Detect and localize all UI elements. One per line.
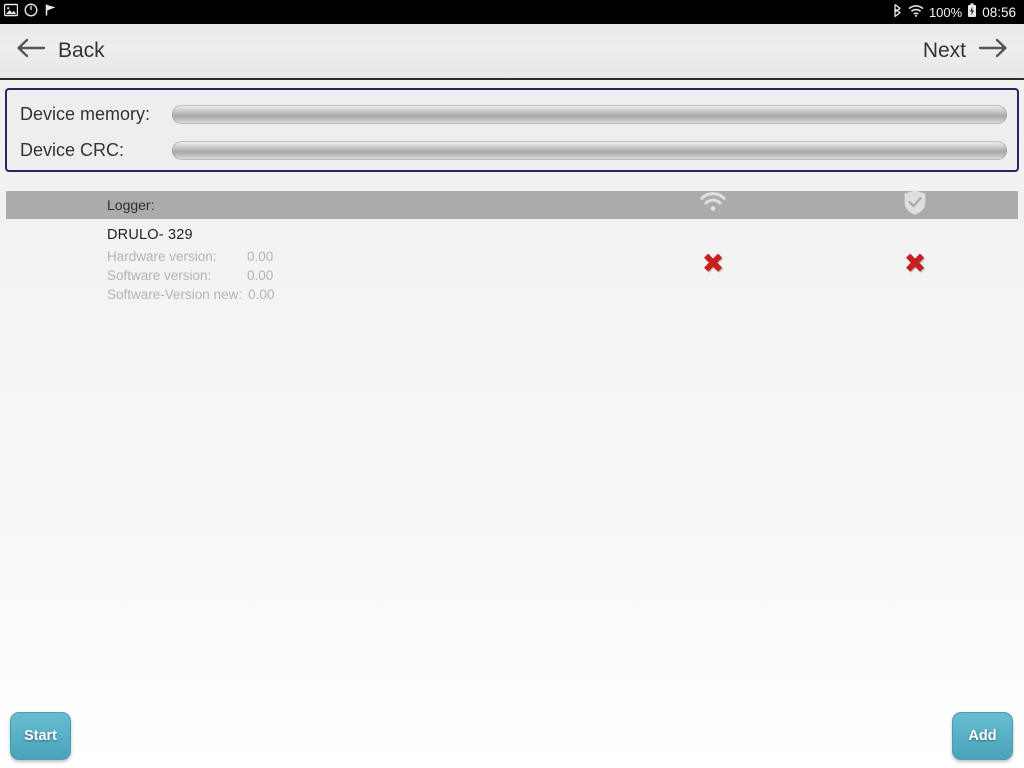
android-status-bar: 100% 08:56 bbox=[0, 0, 1024, 24]
table-row[interactable]: DRULO- 329 Hardware version: 0.00 Softwa… bbox=[6, 222, 1018, 306]
wifi-icon bbox=[908, 4, 924, 21]
bluetooth-icon bbox=[892, 3, 903, 21]
device-memory-row: Device memory: bbox=[20, 96, 1007, 132]
hardware-version-value: 0.00 bbox=[247, 249, 274, 264]
hardware-version-row: Hardware version: 0.00 bbox=[107, 247, 367, 266]
add-button-label: Add bbox=[968, 728, 997, 744]
logger-column-label: Logger: bbox=[107, 197, 155, 213]
clock-icon bbox=[24, 2, 38, 22]
hardware-version-key: Hardware version: bbox=[107, 249, 217, 264]
flag-icon bbox=[44, 3, 58, 22]
software-version-new-value: 0.00 bbox=[248, 287, 275, 302]
arrow-right-icon bbox=[978, 37, 1008, 65]
status-system-icons: 100% 08:56 bbox=[892, 3, 1016, 21]
add-button[interactable]: Add bbox=[952, 712, 1013, 760]
status-notification-icons bbox=[3, 2, 58, 22]
device-progress-panel: Device memory: Device CRC: bbox=[5, 88, 1019, 172]
back-button-label: Back bbox=[58, 39, 105, 62]
software-version-key: Software version: bbox=[107, 268, 212, 283]
device-memory-progressbar bbox=[172, 104, 1007, 124]
device-crc-label: Device CRC: bbox=[20, 139, 125, 160]
status-clock: 08:56 bbox=[982, 4, 1016, 20]
image-icon bbox=[3, 3, 19, 22]
software-version-new-key: Software-Version new: bbox=[107, 287, 243, 302]
shield-check-icon bbox=[903, 190, 927, 221]
status-badge-verified: ✖ bbox=[903, 248, 927, 280]
battery-charging-icon bbox=[967, 3, 977, 21]
navigation-bar: Back Next bbox=[0, 24, 1024, 80]
software-version-row: Software version: 0.00 bbox=[107, 266, 367, 285]
logger-list-header: Logger: bbox=[6, 190, 1018, 221]
device-info-block: DRULO- 329 Hardware version: 0.00 Softwa… bbox=[107, 227, 367, 304]
device-name-label: DRULO- 329 bbox=[107, 227, 193, 243]
device-crc-row: Device CRC: bbox=[20, 132, 1007, 168]
back-button[interactable]: Back bbox=[16, 37, 105, 65]
battery-percent-label: 100% bbox=[928, 4, 963, 20]
arrow-left-icon bbox=[16, 37, 46, 65]
status-badge-connection: ✖ bbox=[701, 248, 725, 280]
software-version-new-row: Software-Version new: 0.00 bbox=[107, 285, 367, 304]
start-button-label: Start bbox=[23, 728, 58, 744]
device-crc-progressbar bbox=[172, 140, 1007, 160]
app-screen: 100% 08:56 Back Next Device memory: Devi… bbox=[0, 0, 1024, 768]
next-button[interactable]: Next bbox=[923, 37, 1008, 65]
software-version-value: 0.00 bbox=[247, 268, 274, 283]
wifi-signal-icon bbox=[700, 192, 726, 218]
next-button-label: Next bbox=[922, 39, 966, 62]
start-button[interactable]: Start bbox=[10, 712, 71, 760]
device-memory-label: Device memory: bbox=[20, 103, 151, 124]
